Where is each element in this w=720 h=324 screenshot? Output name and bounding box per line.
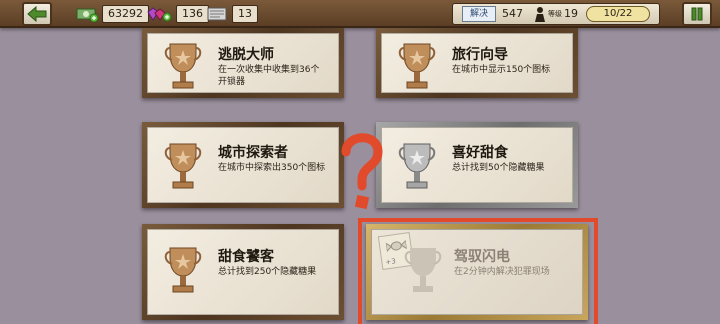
back-arrow-icon (27, 6, 47, 22)
question-mark-icon (341, 133, 383, 210)
achievement-title: 城市探索者 (218, 145, 288, 161)
gems-counter: 136 (146, 4, 209, 24)
bronze-trophy-icon (398, 43, 436, 89)
achievement-card[interactable]: 旅行向导 在城市中显示150个图标 (376, 28, 578, 98)
items-counter: 13 (206, 4, 258, 24)
bronze-trophy-icon (164, 43, 202, 89)
cash-counter: 63292 (76, 4, 149, 24)
pause-button[interactable] (682, 2, 712, 26)
bronze-trophy-icon (164, 247, 202, 293)
bronze-trophy-icon (164, 143, 202, 189)
newspaper-icon (207, 7, 227, 21)
achievement-title: 甜食饕客 (218, 249, 274, 265)
solve-ticket[interactable]: 解决 (462, 6, 496, 22)
gem-icon (147, 7, 172, 22)
achievement-card[interactable]: 喜好甜食 总计找到50个隐藏糖果 (376, 122, 578, 208)
cash-icon (76, 8, 98, 22)
gems-value: 136 (176, 5, 209, 23)
back-button[interactable] (22, 2, 52, 26)
highlight-box (358, 218, 598, 324)
pause-icon (691, 7, 703, 21)
items-value: 13 (232, 5, 258, 23)
achievement-card[interactable]: 逃脱大师 在一次收集中收集到36个开锁器 (142, 28, 344, 98)
detective-icon (535, 7, 545, 22)
achievement-title: 旅行向导 (452, 47, 508, 63)
achievement-desc: 在城市中显示150个图标 (452, 65, 551, 75)
level-value: 19 (564, 7, 578, 20)
achievement-desc: 在一次收集中收集到36个开锁器 (218, 65, 320, 87)
cases-value: 547 (502, 7, 523, 20)
achievement-desc: 总计找到250个隐藏糖果 (218, 267, 317, 277)
level-label: 等级 (548, 10, 562, 18)
achievement-card[interactable]: 城市探索者 在城市中探索出350个图标 (142, 122, 344, 208)
achievement-card[interactable]: 甜食饕客 总计找到250个隐藏糖果 (142, 224, 344, 320)
silver-trophy-icon (398, 143, 436, 189)
level-progress: 10/22 (586, 6, 650, 22)
achievement-title: 逃脱大师 (218, 47, 274, 63)
cash-value: 63292 (102, 5, 149, 23)
top-bar: 63292 136 13 解决 547 等级 19 10/22 (0, 0, 720, 28)
achievement-title: 喜好甜食 (452, 145, 508, 161)
achievement-desc: 总计找到50个隐藏糖果 (452, 163, 545, 173)
